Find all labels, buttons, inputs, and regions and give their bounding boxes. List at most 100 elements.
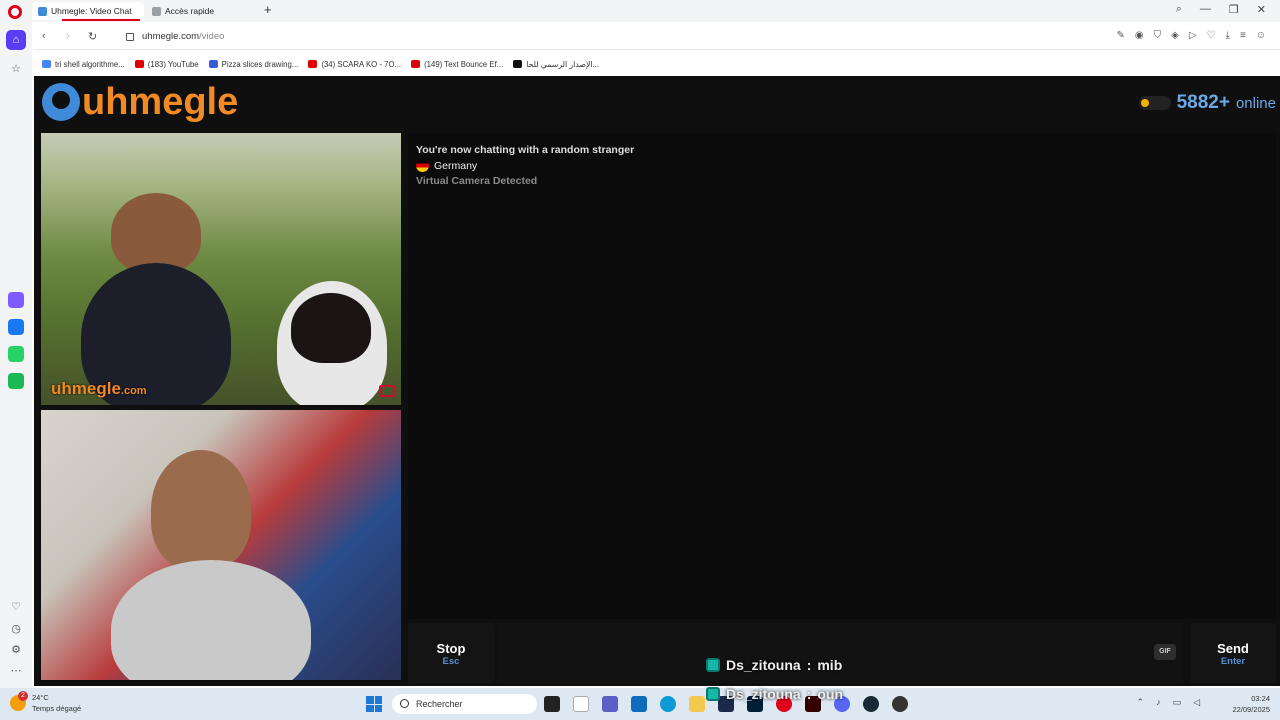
google-icon [42,60,51,68]
gif-button[interactable]: GIF [1154,644,1176,660]
bookmark-item[interactable]: Pizza slices drawing... [208,60,298,69]
chat-controls: Stop Esc GIF Send Enter [408,623,1276,683]
send-label: Send [1217,641,1249,656]
volume-icon[interactable]: ◁ [1193,697,1200,708]
play-icon[interactable]: ▷ [1189,30,1197,41]
system-tray: ⌃ ♪ ▭ ◁ [1137,697,1200,708]
star-icon[interactable]: ☆ [6,58,26,78]
chat-status: You're now chatting with a random strang… [416,144,635,156]
taskbar-search[interactable]: Rechercher [392,694,537,714]
mail-icon[interactable] [631,696,647,712]
date: 22/09/2025 [1232,705,1270,714]
tab-label: Accès rapide [165,6,215,16]
bookmarks-bar: tri shell algorithme... (183) YouTube Pi… [34,54,1280,74]
taskbar: 2 24°C Temps dégagé Rechercher ⌃ ♪ ▭ ◁ 0… [0,688,1280,720]
site-info-icon[interactable] [126,33,134,41]
heart-icon[interactable]: ♡ [1207,30,1216,41]
task-view-icon[interactable] [544,696,560,712]
reload-icon[interactable]: ↻ [88,30,97,43]
start-button[interactable] [366,696,382,712]
messenger-icon[interactable] [8,319,24,335]
stranger-video: uhmegle.com [41,133,401,405]
app-icon [513,60,523,68]
url-field[interactable]: uhmegle.com/video [142,31,224,42]
site-logo[interactable]: uhmegle [42,80,238,124]
send-shortcut: Enter [1220,656,1246,667]
send-button[interactable]: Send Enter [1190,623,1276,683]
stop-shortcut: Esc [442,656,460,667]
edge-icon[interactable] [660,696,676,712]
time: 03:24 [1251,694,1270,703]
download-icon[interactable]: ⤓ [1226,30,1230,41]
profile-icon[interactable]: ☺ [1256,30,1266,41]
online-indicator: 5882+ online [1138,92,1276,114]
bookmark-item[interactable]: (149) Text Bounce Ef... [411,60,503,69]
self-person [151,450,251,570]
home-icon[interactable]: ⌂ [6,30,26,50]
window-controls: ⌕ — ❐ ✕ [1176,3,1266,16]
youtube-icon [411,60,421,68]
settings-icon[interactable]: ⚙ [6,639,26,659]
online-label: online [1235,94,1276,112]
tab-uhmegle[interactable]: Uhmegle: Video Chat [32,2,144,21]
new-tab-button[interactable]: + [264,3,272,17]
aria-icon[interactable] [8,292,24,308]
search-tabs-icon[interactable]: ⌕ [1176,3,1182,16]
bookmark-item[interactable]: tri shell algorithme... [42,60,125,69]
overlay-chat-message: Ds_zitouna: mib [706,657,842,673]
weather-description: Temps dégagé [32,704,82,713]
tab-label: Uhmegle: Video Chat [51,6,132,16]
chevron-up-icon[interactable]: ⌃ [1137,697,1145,708]
maximize-icon[interactable]: ❐ [1229,3,1239,16]
back-icon[interactable]: ‹ [42,30,46,42]
microphone-icon[interactable]: ♪ [1156,697,1161,708]
uhmegle-logo-icon [42,83,80,121]
stranger-person [111,193,201,273]
virtual-camera-warning: Virtual Camera Detected [416,175,538,187]
temperature: 24°C [32,693,49,702]
file-icon[interactable] [573,696,589,712]
sun-icon: 2 [10,691,28,711]
youtube-icon [134,60,144,68]
bookmark-item[interactable]: الإصدار الرسمي للحا... [513,60,599,69]
address-bar: ‹ › ↻ uhmegle.com/video ✎ ◉ ⛉ ◈ ▷ ♡ ⤓ ≡ … [34,26,1280,50]
steam-icon[interactable] [863,696,879,712]
uhmegle-favicon-icon [38,6,47,16]
notification-badge: 2 [18,691,28,701]
grid-icon [152,6,161,16]
more-icon[interactable]: ⋯ [6,660,26,680]
opera-logo-icon[interactable] [8,5,22,19]
shield-icon[interactable]: ⛉ [1154,30,1162,41]
stop-button[interactable]: Stop Esc [408,623,494,683]
heart-icon[interactable]: ♡ [6,596,26,616]
file-explorer-icon[interactable] [689,696,705,712]
opera-sidebar: ⌂ ☆ ♡ ◷ ⚙ ⋯ [0,22,32,688]
network-icon[interactable]: ▭ [1173,697,1182,708]
message-input[interactable]: GIF [498,623,1182,683]
online-count: 5882+ [1176,92,1230,113]
bookmark-item[interactable]: (34) SCARA KO - 7O... [308,60,401,69]
docs-icon [208,60,218,68]
minimize-icon[interactable]: — [1200,3,1211,16]
weather-widget[interactable]: 2 24°C Temps dégagé [10,691,82,714]
youtube-icon [308,60,318,68]
app-icon[interactable] [892,696,908,712]
close-icon[interactable]: ✕ [1257,3,1266,16]
teams-icon[interactable] [602,696,618,712]
edit-icon[interactable]: ✎ [1117,30,1125,41]
camera-icon[interactable]: ◉ [1135,30,1144,41]
spotify-icon[interactable] [8,373,24,389]
history-icon[interactable]: ◷ [6,618,26,638]
uhmegle-page: uhmegle 5882+ online uhmegle.com You're … [34,76,1280,686]
forward-icon[interactable]: › [66,30,70,42]
clock[interactable]: 03:24 22/09/2025 [1232,693,1270,715]
menu-icon[interactable]: ≡ [1240,30,1246,41]
report-flag-icon[interactable] [379,385,395,397]
bookmark-item[interactable]: (183) YouTube [134,60,199,69]
whatsapp-icon[interactable] [8,346,24,362]
stranger-person-2 [291,293,371,363]
vpn-icon[interactable]: ◈ [1171,30,1179,41]
self-person-body [111,560,311,680]
tab-acces-rapide[interactable]: Accès rapide [146,2,258,20]
theme-toggle[interactable] [1138,96,1171,110]
